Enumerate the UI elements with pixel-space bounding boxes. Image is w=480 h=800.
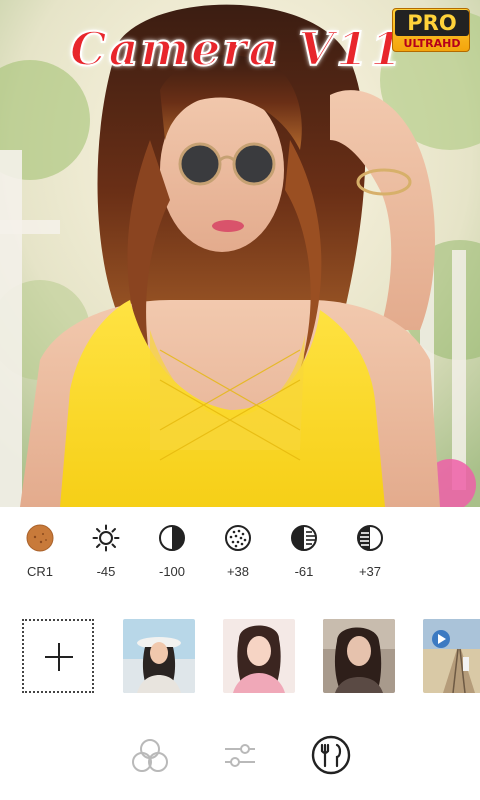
photo-preview[interactable]: Camera V11 PRO ULTRAHD [0, 0, 480, 507]
sliders-icon [225, 744, 255, 767]
adjust-value: +37 [358, 564, 382, 579]
app-title: Camera V11 [69, 21, 405, 77]
adjust-brightness[interactable]: -45 [74, 520, 138, 584]
adjust-highlights[interactable]: +37 [338, 520, 402, 584]
thumb-railway[interactable] [423, 619, 480, 693]
shadows-icon [291, 525, 317, 551]
thumb-girl-pink[interactable] [223, 619, 295, 693]
recipes-tab-button[interactable] [306, 730, 356, 780]
adjust-value: -61 [294, 564, 314, 579]
ultrahd-label: ULTRAHD [403, 37, 461, 50]
adjust-tab-button[interactable] [215, 730, 265, 780]
filter-thumbnail-strip[interactable] [0, 617, 480, 697]
brightness-icon [92, 524, 120, 552]
pro-ultrahd-badge: PRO ULTRAHD [392, 8, 470, 52]
filters-circles-icon [132, 739, 168, 772]
thumb-girl-hat[interactable] [123, 619, 195, 693]
highlights-icon [357, 525, 383, 551]
adjust-filter-cr1[interactable]: CR1 [8, 520, 72, 584]
thumbnail-image [123, 619, 195, 693]
portrait-photo [0, 0, 480, 507]
adjust-contrast[interactable]: -100 [140, 520, 204, 584]
thumbnail-image [423, 619, 480, 693]
thumbnail-image [223, 619, 295, 693]
adjust-grain[interactable]: +38 [206, 520, 270, 584]
thumbnail-image [323, 619, 395, 693]
filters-tab-button[interactable] [125, 730, 175, 780]
adjust-value: -45 [96, 564, 116, 579]
add-filter-button[interactable] [22, 619, 94, 693]
contrast-icon [159, 525, 185, 551]
adjust-shadows[interactable]: -61 [272, 520, 336, 584]
adjust-value: -100 [158, 564, 186, 579]
adjust-value: +38 [226, 564, 250, 579]
grain-icon [225, 525, 251, 551]
adjust-value: CR1 [26, 564, 53, 579]
fork-knife-icon [311, 735, 351, 775]
bottom-navigation [0, 730, 480, 790]
pro-label: PRO [395, 10, 469, 36]
filter-dot-icon [26, 524, 54, 552]
thumb-girl-dark[interactable] [323, 619, 395, 693]
adjustment-toolbar: CR1 -45 -100 +38 -61 +37 [0, 520, 480, 584]
